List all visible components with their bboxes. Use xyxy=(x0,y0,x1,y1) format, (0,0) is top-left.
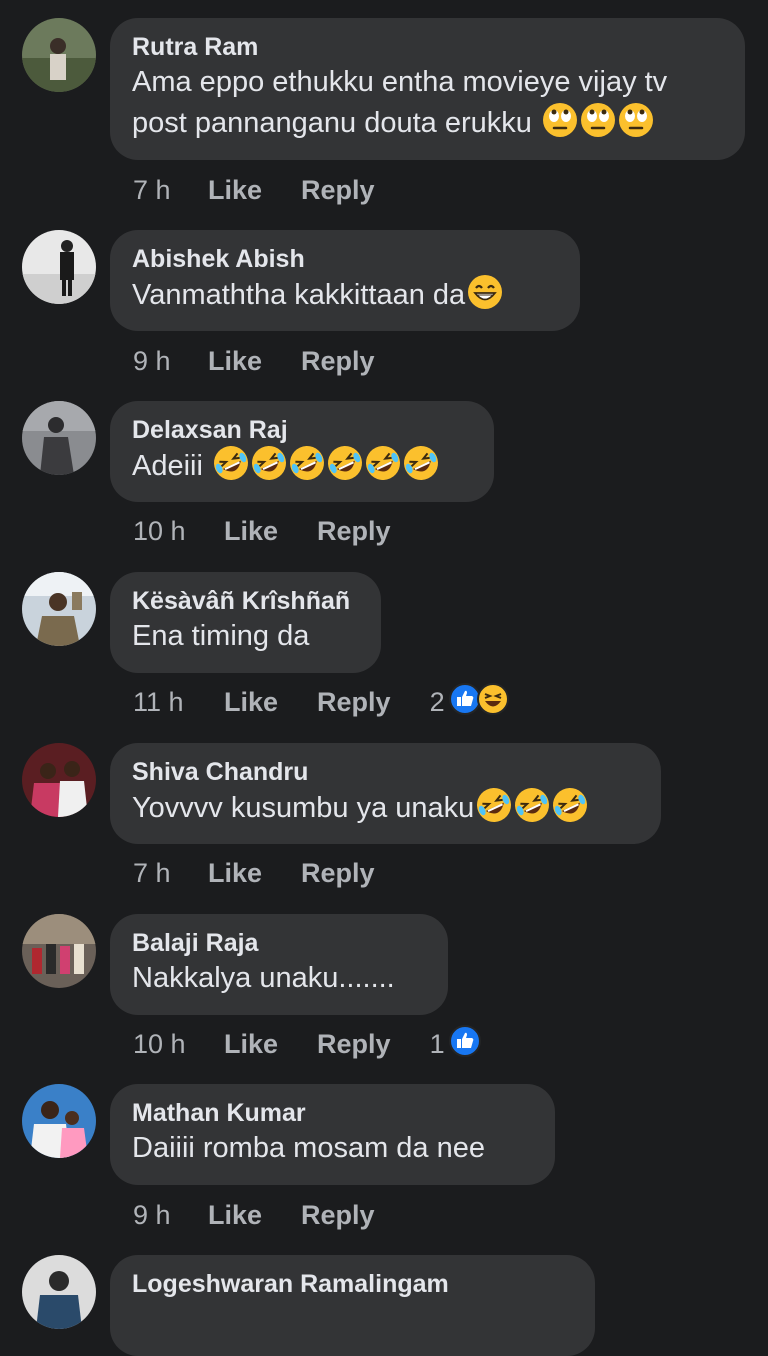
timestamp[interactable]: 9 h xyxy=(133,346,208,377)
like-button[interactable]: Like xyxy=(224,516,278,547)
reaction-icons xyxy=(448,682,509,722)
rolling-eyes-emoji-icon xyxy=(618,102,654,149)
commenter-name[interactable]: Delaxsan Raj xyxy=(132,415,472,445)
avatar[interactable] xyxy=(22,1084,96,1158)
comment-actions: 9 h Like Reply xyxy=(133,343,375,379)
commenter-name[interactable]: Balaji Raja xyxy=(132,928,426,958)
reply-button[interactable]: Reply xyxy=(317,687,391,718)
like-button[interactable]: Like xyxy=(224,1029,278,1060)
comment-actions: 9 h Like Reply xyxy=(133,1197,375,1233)
emoji-group xyxy=(211,446,439,482)
reaction-icons xyxy=(448,1024,481,1064)
reaction-summary[interactable]: 1 xyxy=(429,1024,481,1064)
comment-text-line: Ena timing da xyxy=(132,620,310,652)
reaction-summary[interactable]: 2 xyxy=(429,682,509,722)
comment-text-line: Adeiii xyxy=(132,450,211,482)
comment-actions: 7 h Like Reply xyxy=(133,855,375,891)
rofl-emoji-icon xyxy=(327,445,363,492)
timestamp[interactable]: 10 h xyxy=(133,516,224,547)
comment-bubble[interactable]: Balaji Raja Nakkalya unaku....... xyxy=(110,914,448,1015)
commenter-name[interactable]: Mathan Kumar xyxy=(132,1098,533,1128)
rofl-emoji-icon xyxy=(213,445,249,492)
like-reaction-icon xyxy=(448,1024,481,1057)
rofl-emoji-icon xyxy=(365,445,401,492)
commenter-name[interactable]: Shiva Chandru xyxy=(132,757,639,787)
reply-button[interactable]: Reply xyxy=(301,858,375,889)
avatar[interactable] xyxy=(22,1255,96,1329)
comment-text: Nakkalya unaku....... xyxy=(132,958,426,998)
like-reaction-icon xyxy=(448,682,481,715)
emoji-group xyxy=(540,103,654,139)
comment-bubble[interactable]: Mathan Kumar Daiiii romba mosam da nee xyxy=(110,1084,555,1185)
comment-actions: 7 h Like Reply xyxy=(133,172,375,208)
timestamp[interactable]: 10 h xyxy=(133,1029,224,1060)
comment-text-line: Vanmaththa kakkittaan da xyxy=(132,279,466,311)
comment-bubble[interactable]: Abishek Abish Vanmaththa kakkittaan da xyxy=(110,230,580,331)
timestamp[interactable]: 9 h xyxy=(133,1200,208,1231)
commenter-name[interactable]: Kësàvâñ Krîshñañ xyxy=(132,586,359,616)
comment-text: Vanmaththa kakkittaan da xyxy=(132,274,558,321)
comment-text: Adeiii xyxy=(132,445,472,492)
timestamp[interactable]: 11 h xyxy=(133,687,224,718)
timestamp[interactable]: 7 h xyxy=(133,858,208,889)
like-button[interactable]: Like xyxy=(208,346,262,377)
like-button[interactable]: Like xyxy=(224,687,278,718)
like-button[interactable]: Like xyxy=(208,1200,262,1231)
comment-bubble[interactable]: Shiva Chandru Yovvvv kusumbu ya unaku xyxy=(110,743,661,844)
reaction-count: 2 xyxy=(429,686,445,717)
comment-text-line: post pannanganu douta erukku xyxy=(132,107,532,139)
comment-text: Yovvvv kusumbu ya unaku xyxy=(132,787,639,834)
rofl-emoji-icon xyxy=(552,787,588,834)
reaction-count: 1 xyxy=(429,1028,445,1059)
comment-bubble[interactable]: Logeshwaran Ramalingam xyxy=(110,1255,595,1356)
comment-text: Ena timing da xyxy=(132,616,359,656)
comment-text: Daiiii romba mosam da nee xyxy=(132,1128,533,1168)
comment-text: Ama eppo ethukku entha movieye vijay tv … xyxy=(132,62,723,149)
comment-actions: 10 h Like Reply 1 xyxy=(133,1024,481,1064)
comment-bubble[interactable]: Rutra Ram Ama eppo ethukku entha movieye… xyxy=(110,18,745,160)
like-button[interactable]: Like xyxy=(208,175,262,206)
like-button[interactable]: Like xyxy=(208,858,262,889)
comment-text-line: Daiiii romba mosam da nee xyxy=(132,1132,485,1164)
timestamp[interactable]: 7 h xyxy=(133,175,208,206)
avatar[interactable] xyxy=(22,572,96,646)
reply-button[interactable]: Reply xyxy=(301,1200,375,1231)
avatar[interactable] xyxy=(22,18,96,92)
haha-reaction-icon xyxy=(476,682,509,715)
comment-actions: 10 h Like Reply xyxy=(133,513,391,549)
comment-text-line: Yovvvv kusumbu ya unaku xyxy=(132,792,475,824)
rofl-emoji-icon xyxy=(403,445,439,492)
emoji-group xyxy=(465,275,503,311)
rofl-emoji-icon xyxy=(476,787,512,834)
commenter-name[interactable]: Rutra Ram xyxy=(132,32,723,62)
rofl-emoji-icon xyxy=(289,445,325,492)
reply-button[interactable]: Reply xyxy=(301,175,375,206)
commenter-name[interactable]: Abishek Abish xyxy=(132,244,558,274)
avatar[interactable] xyxy=(22,914,96,988)
rolling-eyes-emoji-icon xyxy=(542,102,578,149)
rolling-eyes-emoji-icon xyxy=(580,102,616,149)
avatar[interactable] xyxy=(22,230,96,304)
grinning-emoji-icon xyxy=(467,274,503,321)
commenter-name[interactable]: Logeshwaran Ramalingam xyxy=(132,1269,573,1299)
comment-actions: 11 h Like Reply 2 xyxy=(133,682,509,722)
reply-button[interactable]: Reply xyxy=(301,346,375,377)
avatar[interactable] xyxy=(22,401,96,475)
comment-bubble[interactable]: Delaxsan Raj Adeiii xyxy=(110,401,494,502)
avatar[interactable] xyxy=(22,743,96,817)
reply-button[interactable]: Reply xyxy=(317,516,391,547)
emoji-group xyxy=(474,788,588,824)
comment-text-line: Nakkalya unaku....... xyxy=(132,962,395,994)
reply-button[interactable]: Reply xyxy=(317,1029,391,1060)
rofl-emoji-icon xyxy=(251,445,287,492)
comment-bubble[interactable]: Kësàvâñ Krîshñañ Ena timing da xyxy=(110,572,381,673)
rofl-emoji-icon xyxy=(514,787,550,834)
comment-text-line: Ama eppo ethukku entha movieye vijay tv xyxy=(132,66,668,98)
